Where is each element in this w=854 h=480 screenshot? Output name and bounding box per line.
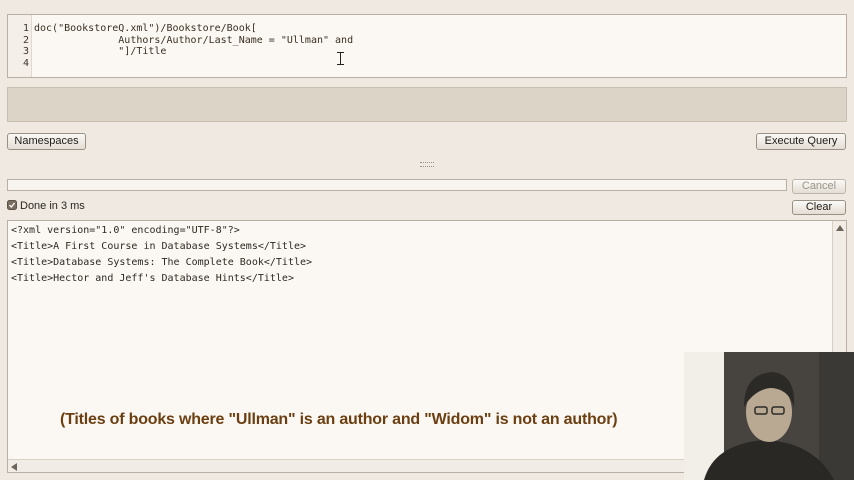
query-line[interactable]: "]/Title — [34, 46, 166, 58]
status-line: Done in 3 ms — [7, 200, 85, 214]
result-line: <Title>A First Course in Database System… — [11, 241, 307, 252]
lecture-caption: (Titles of books where "Ullman" is an au… — [60, 411, 618, 428]
line-number: 4 — [22, 58, 29, 69]
message-panel — [7, 87, 847, 122]
text-cursor-icon — [337, 52, 344, 65]
scroll-left-icon[interactable] — [11, 463, 17, 471]
clear-button[interactable]: Clear — [792, 200, 846, 215]
line-number: 1 — [22, 23, 29, 34]
query-line[interactable]: doc("BookstoreQ.xml")/Bookstore/Book[ — [34, 23, 257, 35]
presenter-webcam — [684, 352, 854, 480]
result-line: <Title>Hector and Jeff's Database Hints<… — [11, 273, 294, 284]
result-line: <?xml version="1.0" encoding="UTF-8"?> — [11, 225, 240, 236]
cancel-button[interactable]: Cancel — [792, 179, 846, 194]
execute-query-button[interactable]: Execute Query — [756, 133, 846, 150]
progress-bar — [7, 179, 787, 191]
panel-splitter[interactable] — [0, 160, 854, 168]
presenter-video-image — [684, 352, 854, 480]
line-number: 3 — [22, 46, 29, 57]
status-ok-icon — [7, 200, 17, 210]
query-editor[interactable]: 1 2 3 4 doc("BookstoreQ.xml")/Bookstore/… — [7, 14, 847, 78]
line-number-gutter: 1 2 3 4 — [8, 15, 32, 77]
status-text: Done in 3 ms — [20, 200, 85, 212]
result-line: <Title>Database Systems: The Complete Bo… — [11, 257, 313, 268]
namespaces-button[interactable]: Namespaces — [7, 133, 86, 150]
scroll-up-icon[interactable] — [836, 225, 844, 231]
splitter-grip[interactable] — [420, 162, 434, 167]
